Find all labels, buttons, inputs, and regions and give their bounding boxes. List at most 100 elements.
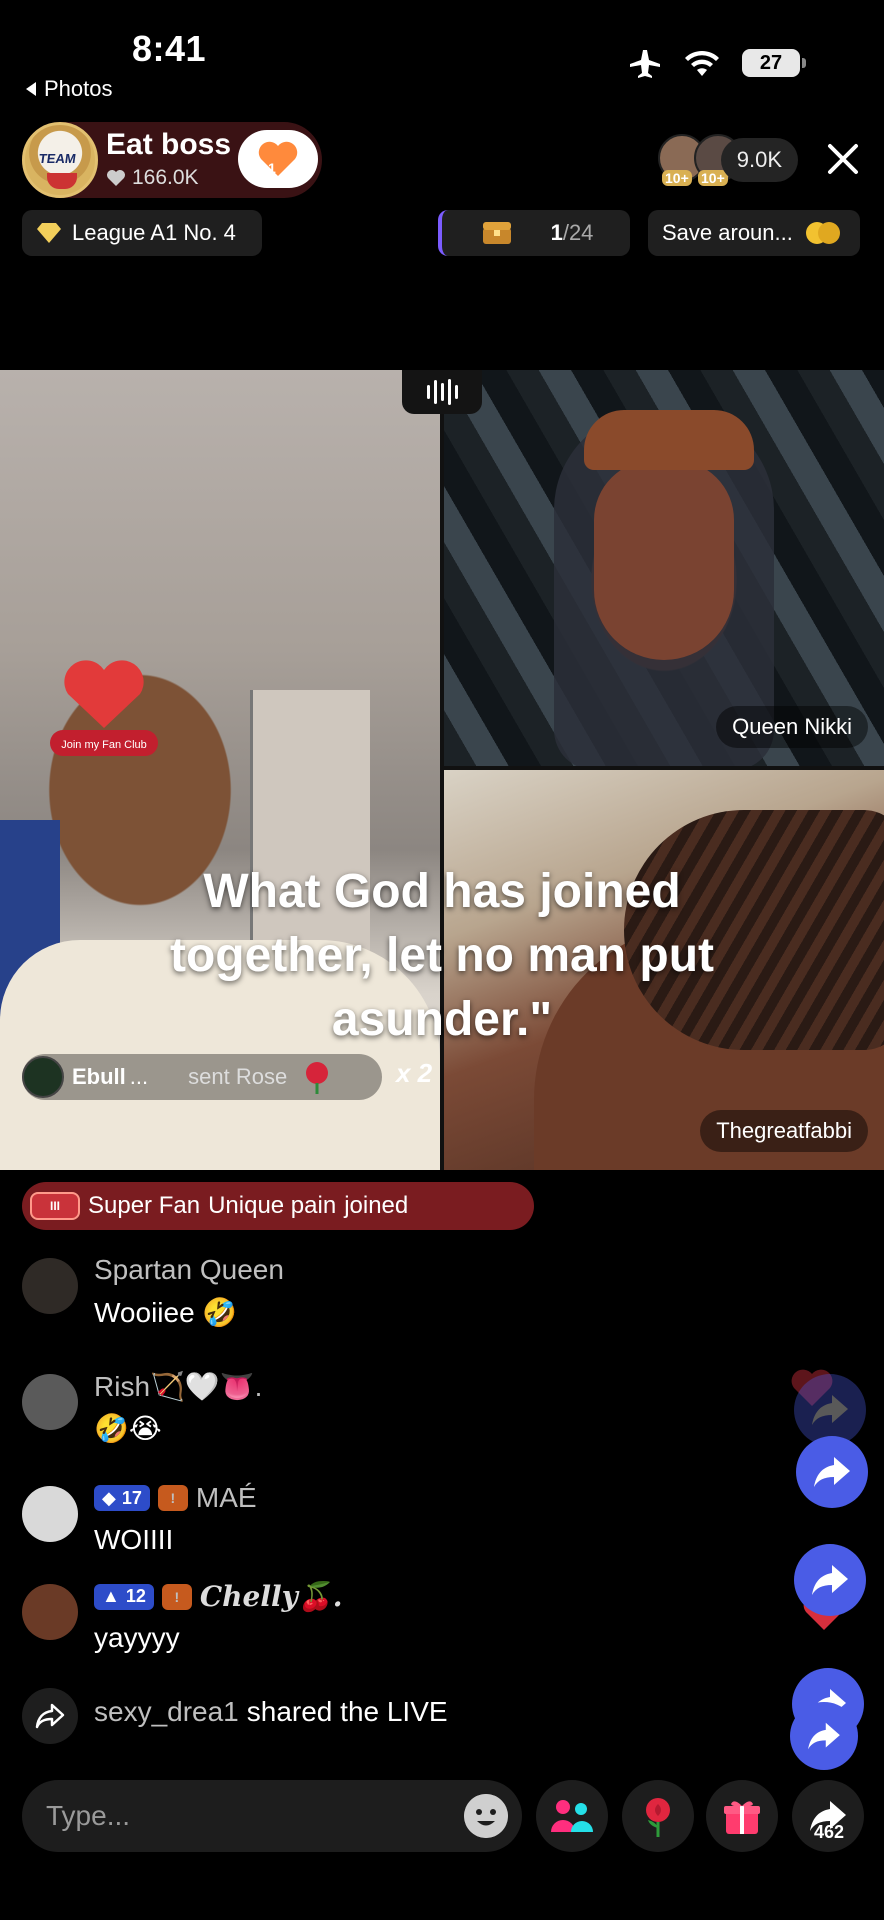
- rose-icon: [646, 1798, 670, 1837]
- rose-gift-button[interactable]: [622, 1780, 694, 1852]
- gift-action: sent Rose: [188, 1064, 288, 1089]
- multi-guest-icon: [551, 1800, 593, 1832]
- fan-club-sticker[interactable]: Join my Fan Club: [44, 650, 164, 770]
- rank-value: 1/24: [550, 220, 594, 245]
- comment-item[interactable]: Rish🏹🤍👅. 🤣😭: [22, 1370, 782, 1450]
- comment-item[interactable]: ▲ 12 ! Chelly🍒. yayyyy: [22, 1580, 782, 1660]
- floating-share-button[interactable]: [794, 1544, 866, 1616]
- host-card[interactable]: TEAM Eat boss 166.0K 1: [22, 122, 322, 198]
- battery-icon: 27: [742, 49, 806, 77]
- viewer-badge: 10+: [662, 170, 692, 186]
- join-banner: III Super Fan Unique pain joined: [22, 1182, 534, 1230]
- host-name: Eat boss: [106, 128, 232, 161]
- status-icons: 27: [628, 48, 806, 78]
- share-icon: [808, 1722, 840, 1750]
- live-video-grid[interactable]: Join my Fan Club Queen Nikki Thegreatfab…: [0, 370, 884, 1170]
- comment-user-row[interactable]: ◆ 17 ! MAÉ: [94, 1482, 257, 1514]
- gift-notification[interactable]: Ebull ... sent Rose: [22, 1054, 382, 1100]
- share-event-text: sexy_drea1 shared the LIVE: [94, 1696, 448, 1728]
- comment-input[interactable]: [46, 1780, 426, 1852]
- fan-club-text: Join my Fan Club: [61, 739, 147, 751]
- airplane-icon: [630, 50, 660, 78]
- heart-icon: [258, 141, 298, 176]
- gift-sender-suffix: ...: [129, 1064, 149, 1089]
- back-to-photos[interactable]: Photos: [26, 76, 113, 102]
- save-label: Save aroun...: [662, 220, 793, 245]
- floating-share-button[interactable]: [796, 1436, 868, 1508]
- comment-username[interactable]: Spartan Queen: [94, 1254, 284, 1286]
- fan-level-badge: 1: [268, 160, 276, 176]
- comment-avatar[interactable]: [22, 1486, 78, 1542]
- share-count: 462: [814, 1822, 845, 1842]
- audio-bar: [454, 385, 458, 399]
- host-likes: 166.0K: [106, 166, 199, 190]
- close-icon[interactable]: [826, 142, 860, 176]
- viewer-count[interactable]: 9.0K: [720, 138, 798, 182]
- treasure-icon: [482, 222, 511, 244]
- super-fan-icon: III: [30, 1192, 80, 1220]
- share-icon: [812, 1395, 848, 1425]
- fan-badge-icon: !: [157, 1485, 188, 1511]
- join-badge-label: Super Fan: [88, 1192, 201, 1219]
- comment-avatar[interactable]: [22, 1584, 78, 1640]
- status-time: 8:41: [132, 28, 207, 69]
- share-event-action: shared the LIVE: [246, 1696, 448, 1727]
- join-action: joined: [344, 1192, 409, 1219]
- join-user[interactable]: Unique pain: [208, 1192, 336, 1220]
- share-event-user[interactable]: sexy_drea1: [94, 1696, 239, 1728]
- guest-figure-bandana: [584, 410, 754, 470]
- comment-text: WOIIII: [94, 1524, 174, 1555]
- fan-badge-icon: !: [161, 1583, 192, 1610]
- rank-pill[interactable]: 1/24: [438, 210, 630, 256]
- back-arrow-icon: [26, 82, 36, 96]
- multi-guest-button[interactable]: [536, 1780, 608, 1852]
- back-label: Photos: [44, 76, 113, 101]
- comment-input-bar[interactable]: [22, 1780, 522, 1852]
- user-level-badge: ◆ 17: [94, 1485, 150, 1511]
- host-likes-count: 166.0K: [132, 166, 199, 189]
- comment-text: Wooiiee 🤣: [94, 1297, 238, 1328]
- save-pill[interactable]: Save aroun...: [648, 210, 860, 256]
- floating-share-button[interactable]: [790, 1702, 858, 1770]
- host-avatar[interactable]: TEAM: [22, 122, 98, 198]
- audio-toggle[interactable]: [402, 370, 482, 414]
- audio-bar: [447, 379, 451, 405]
- fan-club-heart-button[interactable]: 1: [238, 130, 318, 188]
- comment-item[interactable]: ◆ 17 ! MAÉ WOIIII: [22, 1482, 782, 1562]
- share-event-icon: [22, 1688, 78, 1744]
- audio-bar: [433, 380, 437, 404]
- share-icon: [812, 1565, 848, 1595]
- league-pill[interactable]: League A1 No. 4: [22, 210, 262, 256]
- emoji-icon[interactable]: [464, 1794, 508, 1838]
- gift-sender-name: Ebull: [72, 1064, 126, 1089]
- gift-button[interactable]: [706, 1780, 778, 1852]
- comment-username[interactable]: MAÉ: [196, 1482, 257, 1514]
- gift-icon: [724, 1801, 760, 1834]
- guest-name-tag[interactable]: Thegreatfabbi: [700, 1110, 868, 1152]
- comment-username[interactable]: Chelly🍒.: [200, 1580, 343, 1613]
- audio-bar: [440, 383, 444, 401]
- user-level-badge: ▲ 12: [94, 1583, 154, 1610]
- heart-icon: [107, 170, 125, 186]
- guest-figure-face: [594, 460, 734, 660]
- rose-icon: [306, 1062, 329, 1094]
- share-icon: [35, 1703, 65, 1729]
- caption-text: What God has joined together, let no man…: [169, 865, 714, 1046]
- comment-user-row[interactable]: ▲ 12 ! Chelly🍒.: [94, 1580, 342, 1613]
- diamond-icon: [37, 223, 61, 243]
- comment-avatar[interactable]: [22, 1258, 78, 1314]
- league-label: League A1 No. 4: [72, 220, 236, 245]
- viewer-badge: 10+: [698, 170, 728, 186]
- comment-avatar[interactable]: [22, 1374, 78, 1430]
- wifi-icon: [685, 50, 719, 76]
- comment-item[interactable]: Spartan Queen Wooiiee 🤣: [22, 1254, 782, 1334]
- share-icon: [814, 1457, 850, 1487]
- status-bar: 8:41 Photos 27: [0, 0, 884, 110]
- audio-bar: [426, 385, 430, 399]
- share-event-item: sexy_drea1 shared the LIVE: [22, 1684, 782, 1744]
- comment-text: yayyyy: [94, 1622, 180, 1653]
- guest-name-tag[interactable]: Queen Nikki: [716, 706, 868, 748]
- gift-sender-avatar: [22, 1056, 64, 1098]
- host-avatar-logo: TEAM: [37, 151, 77, 166]
- comment-username[interactable]: Rish🏹🤍👅.: [94, 1370, 262, 1403]
